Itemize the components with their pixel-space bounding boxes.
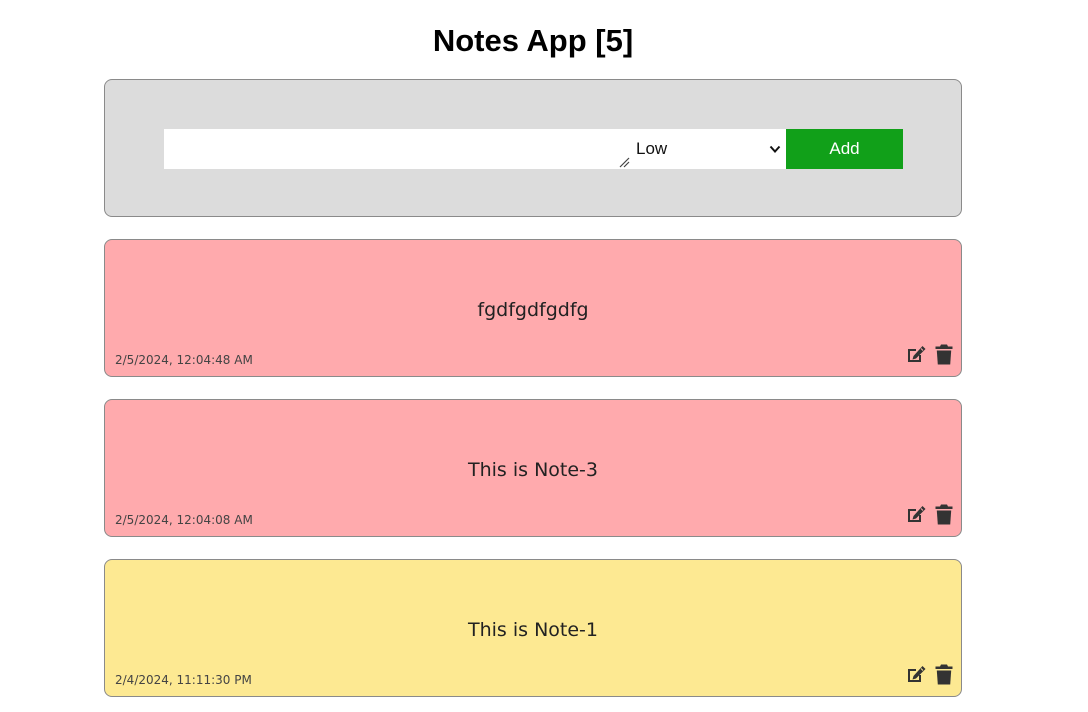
trash-icon xyxy=(935,664,953,684)
note-text: This is Note-3 xyxy=(467,459,598,481)
note-card: This is Note-3 2/5/2024, 12:04:08 AM xyxy=(104,399,962,537)
trash-icon xyxy=(935,344,953,364)
note-card: This is Note-1 2/4/2024, 11:11:30 PM xyxy=(104,559,962,697)
chevron-down-icon xyxy=(769,145,781,153)
add-button[interactable]: Add xyxy=(786,129,903,169)
trash-icon xyxy=(935,504,953,524)
note-input[interactable] xyxy=(164,129,632,169)
note-timestamp: 2/5/2024, 12:04:08 AM xyxy=(115,513,253,527)
notes-app-page: Notes App [5] Low Add fgdfgdfgdfg 2/5/20… xyxy=(0,0,1088,712)
delete-button[interactable] xyxy=(933,343,955,365)
edit-button[interactable] xyxy=(905,503,927,525)
resize-handle-icon[interactable] xyxy=(618,156,630,168)
delete-button[interactable] xyxy=(933,663,955,685)
edit-button[interactable] xyxy=(905,343,927,365)
note-timestamp: 2/5/2024, 12:04:48 AM xyxy=(115,353,253,367)
edit-icon xyxy=(907,665,925,682)
note-text: fgdfgdfgdfg xyxy=(477,299,589,321)
note-timestamp: 2/4/2024, 11:11:30 PM xyxy=(115,673,252,687)
note-text: This is Note-1 xyxy=(467,619,598,641)
edit-icon xyxy=(907,505,925,522)
priority-select[interactable]: Low xyxy=(632,129,787,169)
priority-selected-value: Low xyxy=(636,139,668,158)
add-note-form: Low Add xyxy=(104,79,962,217)
page-title: Notes App [5] xyxy=(432,23,634,58)
edit-icon xyxy=(907,345,925,362)
note-card: fgdfgdfgdfg 2/5/2024, 12:04:48 AM xyxy=(104,239,962,377)
edit-button[interactable] xyxy=(905,663,927,685)
delete-button[interactable] xyxy=(933,503,955,525)
